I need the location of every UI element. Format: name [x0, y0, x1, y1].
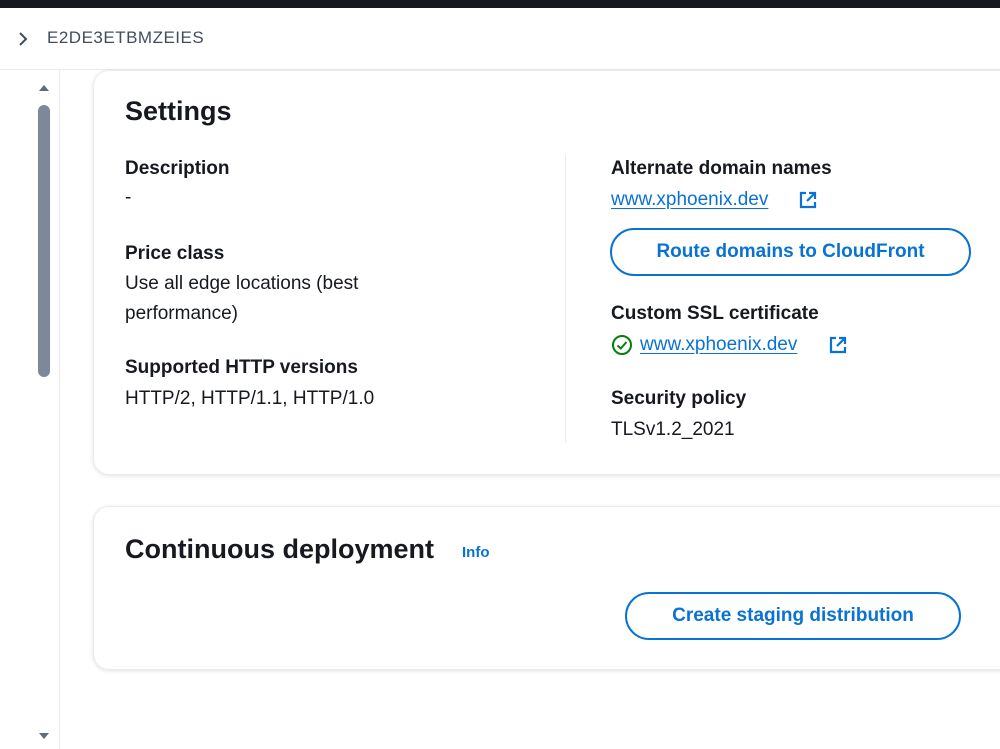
security-policy-value: TLSv1.2_2021 [611, 419, 735, 440]
alternate-domain-link[interactable]: www.xphoenix.dev [611, 189, 768, 211]
description-label: Description [125, 158, 230, 179]
breadcrumb-distribution-id[interactable]: E2DE3ETBMZEIES [47, 28, 204, 48]
security-policy-label: Security policy [611, 388, 747, 409]
breadcrumb: E2DE3ETBMZEIES [0, 8, 1000, 70]
price-class-label: Price class [125, 243, 225, 264]
check-circle-icon [612, 335, 632, 355]
ssl-certificate-link[interactable]: www.xphoenix.dev [640, 334, 797, 356]
settings-title: Settings [125, 96, 232, 126]
ssl-certificate-label: Custom SSL certificate [611, 303, 819, 324]
top-bar [0, 0, 1000, 8]
price-class-value-line1: Use all edge locations (best [125, 273, 359, 294]
http-versions-label: Supported HTTP versions [125, 357, 358, 378]
column-divider [565, 155, 566, 443]
external-link-icon[interactable] [798, 190, 818, 210]
route-domains-button[interactable]: Route domains to CloudFront [610, 228, 971, 276]
continuous-deployment-card [93, 506, 1000, 670]
continuous-deployment-title: Continuous deployment [125, 534, 434, 564]
http-versions-value: HTTP/2, HTTP/1.1, HTTP/1.0 [125, 388, 375, 409]
price-class-value-line2: performance) [125, 303, 238, 324]
description-value: - [125, 187, 132, 208]
external-link-icon[interactable] [828, 335, 848, 355]
alternate-domains-label: Alternate domain names [611, 158, 832, 179]
info-link[interactable]: Info [462, 544, 490, 561]
create-staging-distribution-button[interactable]: Create staging distribution [625, 592, 961, 640]
chevron-right-icon[interactable] [14, 30, 32, 48]
scroll-up-arrow-icon[interactable] [38, 84, 50, 92]
scroll-down-arrow-icon[interactable] [38, 732, 50, 740]
scrollbar-thumb[interactable] [38, 105, 50, 377]
